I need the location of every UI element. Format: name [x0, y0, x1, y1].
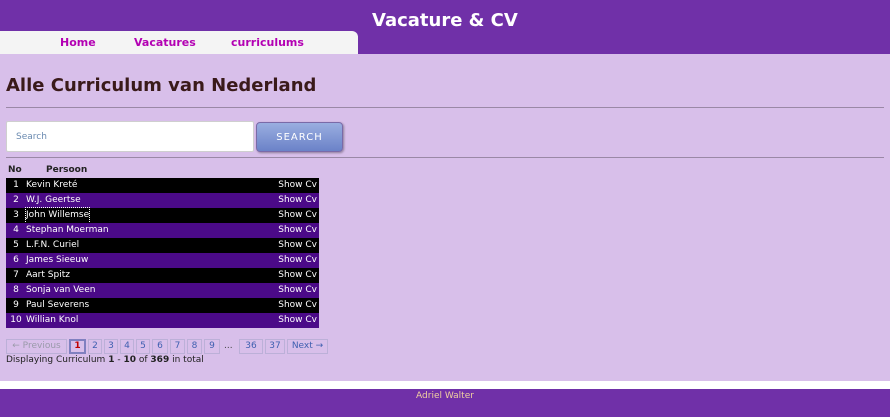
table-row: 9 Paul Severens Show Cv — [6, 298, 319, 313]
table-row: 4 Stephan Moerman Show Cv — [6, 223, 319, 238]
person-name: Sonja van Veen — [26, 285, 96, 295]
footer-author: Adriel Walter — [416, 391, 474, 401]
table-row: 2 W.J. Geertse Show Cv — [6, 193, 319, 208]
person-name: James Sieeuw — [26, 255, 89, 265]
person-name: W.J. Geertse — [26, 195, 81, 205]
summary-from: 1 — [108, 355, 115, 365]
pagination-page[interactable]: 36 — [239, 339, 263, 354]
show-cv-link[interactable]: Show Cv — [278, 208, 317, 223]
pagination-page[interactable]: 3 — [104, 339, 118, 354]
person-name: Kevin Kreté — [26, 180, 78, 190]
row-number: 9 — [13, 300, 19, 310]
pagination-page[interactable]: 9 — [204, 339, 220, 354]
row-number: 7 — [13, 270, 19, 280]
summary-suffix: in total — [172, 355, 204, 365]
person-name: L.F.N. Curiel — [26, 240, 80, 250]
person-name: Aart Spitz — [26, 270, 70, 280]
pagination-ellipsis: ... — [224, 341, 233, 351]
main-nav: Home Vacatures curriculums — [0, 31, 358, 54]
summary-dash: - — [117, 355, 121, 365]
table-row: 7 Aart Spitz Show Cv — [6, 268, 319, 283]
pagination-page[interactable]: 5 — [136, 339, 150, 354]
summary-of: of — [138, 355, 148, 365]
pagination-page[interactable]: 6 — [152, 339, 168, 354]
main-content: Alle Curriculum van Nederland SEARCH No … — [0, 54, 890, 381]
show-cv-link[interactable]: Show Cv — [278, 238, 317, 253]
summary-to: 10 — [123, 355, 136, 365]
site-header: Vacature & CV Home Vacatures curriculums — [0, 0, 890, 54]
table-row: 10 Willian Knol Show Cv — [6, 313, 319, 328]
table-row: 5 L.F.N. Curiel Show Cv — [6, 238, 319, 253]
row-number: 5 — [13, 240, 19, 250]
table-row: 8 Sonja van Veen Show Cv — [6, 283, 319, 298]
search-button[interactable]: SEARCH — [256, 122, 343, 152]
person-name: Paul Severens — [26, 300, 90, 310]
row-number: 8 — [13, 285, 19, 295]
summary-total: 369 — [150, 355, 170, 365]
nav-curriculums[interactable]: curriculums — [231, 36, 304, 49]
show-cv-link[interactable]: Show Cv — [278, 253, 317, 268]
show-cv-link[interactable]: Show Cv — [278, 223, 317, 238]
site-title: Vacature & CV — [372, 10, 518, 31]
person-name: John Willemse — [24, 207, 91, 224]
show-cv-link[interactable]: Show Cv — [278, 283, 317, 298]
row-number: 2 — [13, 195, 19, 205]
person-name: Stephan Moerman — [26, 225, 109, 235]
pagination-previous: ← Previous — [6, 339, 67, 354]
pagination-next[interactable]: Next → — [287, 339, 328, 354]
show-cv-link[interactable]: Show Cv — [278, 178, 317, 193]
summary-prefix: Displaying Curriculum — [6, 355, 106, 365]
show-cv-link[interactable]: Show Cv — [278, 298, 317, 313]
title-divider — [6, 107, 884, 108]
table-row: 6 James Sieeuw Show Cv — [6, 253, 319, 268]
cv-table: 1 Kevin Kreté Show Cv 2 W.J. Geertse Sho… — [6, 178, 319, 328]
column-header-no: No — [8, 165, 22, 175]
pagination-page[interactable]: 1 — [69, 339, 86, 354]
person-name: Willian Knol — [26, 315, 79, 325]
row-number: 4 — [13, 225, 19, 235]
nav-home[interactable]: Home — [60, 36, 96, 49]
search-divider — [6, 157, 884, 158]
row-number: 10 — [10, 315, 22, 325]
pagination-page[interactable]: 2 — [88, 339, 102, 354]
show-cv-link[interactable]: Show Cv — [278, 193, 317, 208]
pagination-page[interactable]: 4 — [120, 339, 134, 354]
site-footer: Adriel Walter — [0, 389, 890, 417]
row-number: 3 — [13, 210, 19, 220]
page-title: Alle Curriculum van Nederland — [6, 75, 317, 96]
nav-vacatures[interactable]: Vacatures — [134, 36, 196, 49]
row-number: 6 — [13, 255, 19, 265]
search-input[interactable] — [6, 121, 254, 152]
pagination-page[interactable]: 7 — [170, 339, 185, 354]
show-cv-link[interactable]: Show Cv — [278, 268, 317, 283]
table-row: 1 Kevin Kreté Show Cv — [6, 178, 319, 193]
pagination-page[interactable]: 8 — [187, 339, 202, 354]
results-summary: Displaying Curriculum 1 - 10 of 369 in t… — [6, 355, 204, 365]
column-header-persoon: Persoon — [46, 165, 88, 175]
table-row: 3 John Willemse Show Cv — [6, 207, 319, 224]
row-number: 1 — [13, 180, 19, 190]
pagination-page[interactable]: 37 — [265, 339, 285, 354]
show-cv-link[interactable]: Show Cv — [278, 313, 317, 328]
